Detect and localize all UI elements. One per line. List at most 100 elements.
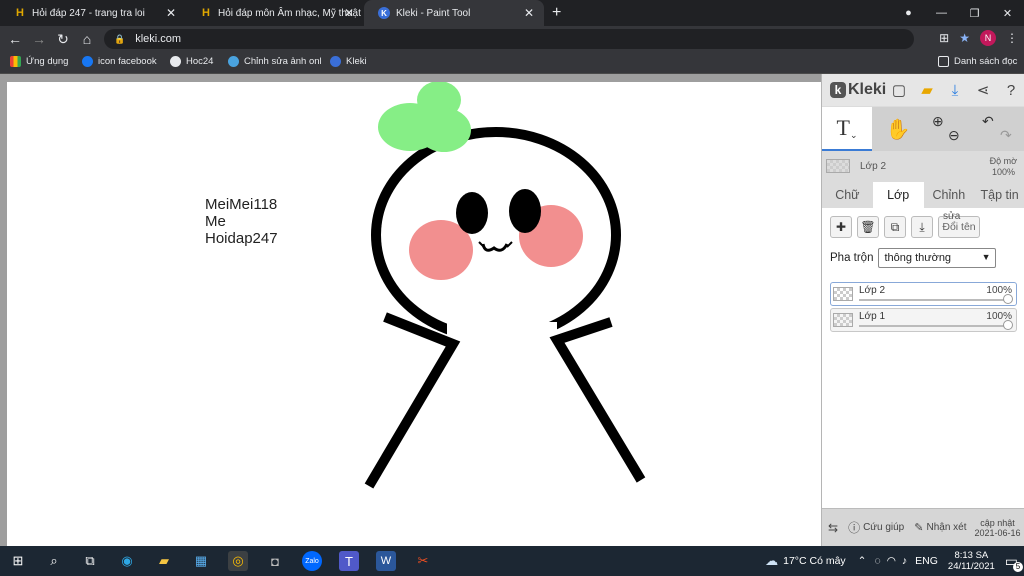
home-icon[interactable]: ⌂ — [78, 30, 96, 48]
edge-icon[interactable]: ◉ — [117, 551, 137, 571]
right-eye — [509, 189, 541, 233]
blend-mode-select[interactable]: thông thường ▼ — [878, 248, 997, 268]
reading-list[interactable]: Danh sách đọc — [938, 56, 1017, 67]
tab-hoidap-am-nhac[interactable]: H Hỏi đáp môn Âm nhạc, Mỹ thuật ✕ — [186, 0, 364, 26]
network-icon[interactable]: ◌ — [874, 555, 880, 567]
kleki-logo-icon: k — [830, 82, 846, 98]
chevron-down-icon[interactable]: ⌄ — [850, 130, 858, 141]
hand-tool-button[interactable]: ✋ — [876, 107, 920, 151]
feedback-button[interactable]: ✎ Nhận xét — [914, 521, 966, 534]
kleki-side-panel: k Kleki ▢ ▰ ⤓ ⋖ ? T ⌄ ✋ ⊕ ⊖ ↶ ↷ Lớp 2 Độ… — [821, 74, 1024, 546]
layer-opacity-slider[interactable] — [859, 299, 1009, 301]
help-label: Cứu giúp — [863, 522, 905, 533]
bookmark-kleki[interactable]: Kleki — [330, 56, 367, 67]
canvas-text-line: Hoidap247 — [205, 230, 278, 247]
left-leg — [364, 312, 461, 489]
update-info[interactable]: cập nhật 2021-06-16 — [975, 518, 1021, 538]
file-explorer-icon[interactable]: ▰ — [154, 551, 174, 571]
wifi-icon[interactable]: ◠ — [887, 555, 896, 567]
help-button[interactable]: ⓘ Cứu giúp — [848, 519, 904, 536]
camera-icon[interactable]: ◘ — [265, 551, 285, 571]
zalo-icon[interactable]: Zalo — [302, 551, 322, 571]
minimize-icon[interactable]: — — [925, 0, 958, 26]
add-layer-button[interactable]: ✚ — [830, 216, 852, 238]
notification-icon[interactable]: ▭ 5 — [1005, 553, 1023, 572]
new-tab-icon[interactable]: + — [552, 4, 561, 22]
word-icon[interactable]: W — [376, 551, 396, 571]
profile-avatar[interactable]: N — [980, 30, 996, 46]
clock[interactable]: 8:13 SA 24/11/2021 — [948, 550, 995, 572]
tab-adjust[interactable]: Chỉnh — [924, 182, 975, 208]
undo-icon[interactable]: ↶ — [982, 113, 994, 130]
blend-label: Pha trộn — [830, 252, 874, 264]
open-folder-icon[interactable]: ▰ — [919, 81, 935, 99]
tab-hoidap-247[interactable]: H Hỏi đáp 247 - trang tra loi ✕ — [0, 0, 186, 26]
address-bar[interactable]: 🔒 kleki.com — [104, 29, 914, 49]
translate-icon[interactable]: ⊞ — [939, 31, 949, 45]
share-icon[interactable]: ⋖ — [975, 81, 991, 99]
close-tab-icon[interactable]: ✕ — [524, 6, 534, 20]
merge-layer-button[interactable]: ⤓ — [911, 216, 933, 238]
reload-icon[interactable]: ↻ — [54, 30, 72, 48]
layer-item[interactable]: Lớp 1 100% — [830, 308, 1017, 332]
layer-thumbnail — [826, 159, 850, 173]
layer-opacity-slider[interactable] — [859, 325, 1009, 327]
swap-side-icon[interactable]: ⇆ — [828, 521, 838, 535]
language-indicator[interactable]: ENG — [915, 555, 938, 567]
bookmark-apps[interactable]: Ứng dụng — [10, 56, 68, 67]
duplicate-layer-button[interactable]: ⧉ — [884, 216, 906, 238]
close-tab-icon[interactable]: ✕ — [166, 6, 176, 20]
current-layer-info: Lớp 2 Độ mờ 100% — [822, 153, 1024, 181]
restore-icon[interactable]: ❐ — [958, 0, 991, 26]
chevron-up-icon[interactable]: ⌃ — [858, 555, 867, 567]
pencil-icon: ✎ — [914, 522, 924, 534]
tab-text[interactable]: Chữ — [822, 182, 873, 208]
rename-layer-button[interactable]: Đổi tên sửa — [938, 211, 980, 238]
new-file-icon[interactable]: ▢ — [891, 81, 907, 99]
weather-text[interactable]: 17°C Có mây — [783, 555, 846, 567]
slider-knob[interactable] — [1003, 294, 1013, 304]
back-icon[interactable]: ← — [6, 30, 24, 48]
text-tool-button[interactable]: T ⌄ — [822, 107, 872, 151]
neck-gap — [447, 322, 557, 352]
bookmark-star-icon[interactable]: ★ — [959, 31, 970, 45]
task-view-icon[interactable]: ⧉ — [80, 551, 100, 571]
windows-start-icon[interactable]: ⊞ — [8, 551, 28, 571]
drawing-svg — [364, 81, 646, 489]
history-buttons: ↶ ↷ — [974, 107, 1022, 151]
bookmark-icon-facebook[interactable]: icon facebook — [82, 56, 157, 67]
drawing-canvas[interactable]: MeiMei118 Me Hoidap247 — [7, 81, 821, 546]
teams-icon[interactable]: T — [339, 551, 359, 571]
bookmark-photo-editor[interactable]: Chỉnh sửa ảnh onl — [228, 56, 322, 67]
zoom-in-icon[interactable]: ⊕ — [932, 113, 944, 130]
search-icon[interactable]: ⌕ — [44, 551, 64, 571]
snipping-tool-icon[interactable]: ✂ — [413, 551, 433, 571]
delete-layer-button[interactable]: 🗑 — [857, 216, 879, 238]
bookmark-hoc24[interactable]: Hoc24 — [170, 56, 213, 67]
tab-file[interactable]: Tập tin — [974, 182, 1024, 208]
windows-taskbar: ⊞ ⌕ ⧉ ◉ ▰ ▦ ◎ ◘ Zalo T W ✂ ☁ 17°C Có mây… — [0, 546, 1024, 576]
tab-title: Hỏi đáp môn Âm nhạc, Mỹ thuật — [218, 7, 361, 19]
bookmarks-bar: Ứng dụng icon facebook Hoc24 Chỉnh sửa ả… — [0, 52, 1024, 74]
kleki-logo: k Kleki — [830, 81, 886, 99]
tab-layers[interactable]: Lớp — [872, 182, 924, 208]
lock-icon[interactable]: 🔒 — [114, 34, 125, 45]
tab-kleki[interactable]: K Kleki - Paint Tool ✕ — [364, 0, 544, 26]
volume-icon[interactable]: ♪ — [902, 555, 907, 567]
close-tab-icon[interactable]: ✕ — [344, 6, 354, 20]
notification-count: 5 — [1013, 561, 1023, 572]
layer-item[interactable]: Lớp 2 100% — [830, 282, 1017, 306]
rename-label: Đổi tên — [942, 221, 976, 233]
download-icon[interactable]: ⤓ — [947, 81, 963, 99]
chrome-icon[interactable]: ◎ — [228, 551, 248, 571]
zoom-out-icon[interactable]: ⊖ — [948, 127, 960, 144]
help-icon[interactable]: ? — [1003, 81, 1019, 99]
close-window-icon[interactable]: ✕ — [991, 0, 1024, 26]
media-control-icon[interactable]: ● — [892, 0, 925, 26]
redo-icon[interactable]: ↷ — [1000, 127, 1012, 144]
window-controls: ● — ❐ ✕ — [892, 0, 1024, 26]
slider-knob[interactable] — [1003, 320, 1013, 330]
forward-icon[interactable]: → — [30, 30, 48, 48]
menu-dots-icon[interactable]: ⋮ — [1006, 31, 1018, 45]
store-icon[interactable]: ▦ — [191, 551, 211, 571]
